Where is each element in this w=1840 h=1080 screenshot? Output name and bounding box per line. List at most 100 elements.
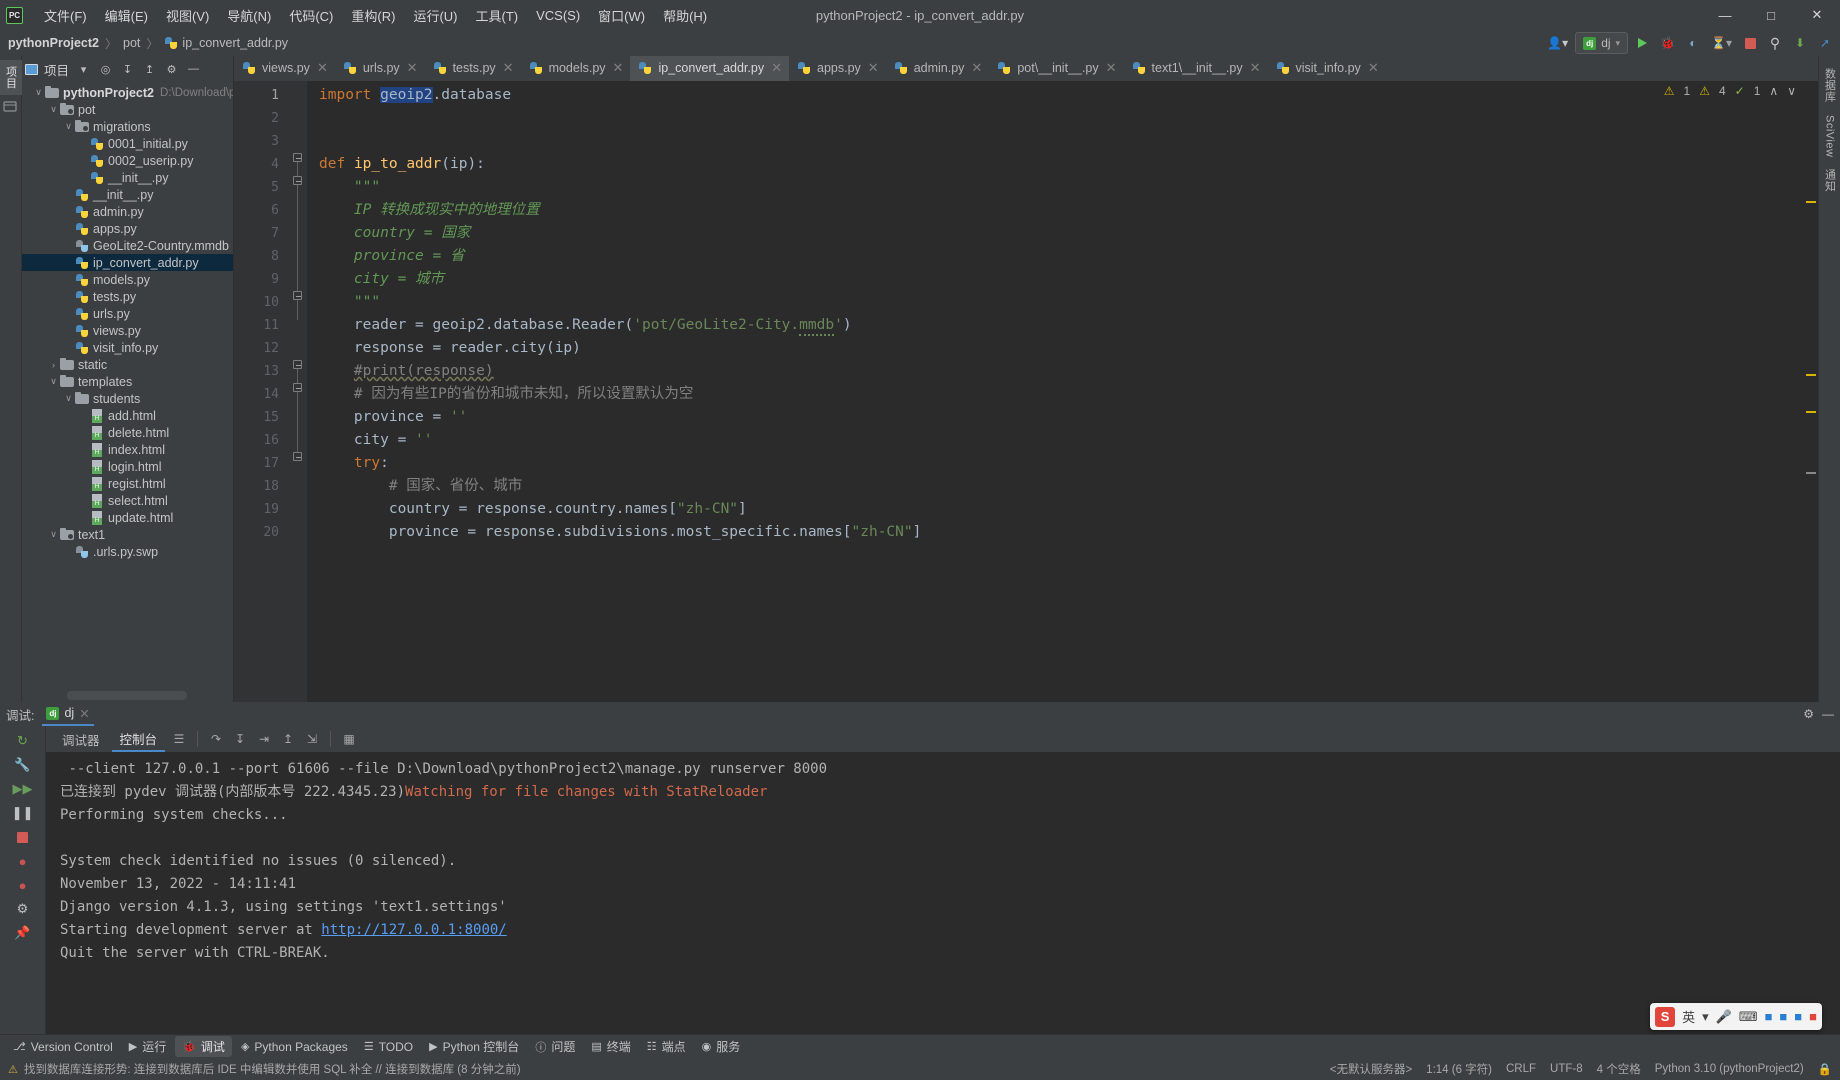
menu-navigate[interactable]: 导航(N)	[218, 2, 280, 29]
tree-item--init-py[interactable]: __init__.py	[22, 169, 233, 186]
tree-item-visit-info-py[interactable]: visit_info.py	[22, 339, 233, 356]
update-project-icon[interactable]: ⬇	[1789, 33, 1811, 54]
evaluate-expression-icon[interactable]: ▦	[339, 729, 359, 749]
breadcrumb-file[interactable]: ip_convert_addr.py	[182, 36, 288, 50]
editor-tab-urls-py[interactable]: urls.py ✕	[335, 56, 425, 81]
editor-tab-visit-info-py[interactable]: visit_info.py ✕	[1268, 56, 1386, 81]
ime-toolbar[interactable]: S 英 ▾ 🎤 ⌨ ■ ■ ■ ■	[1650, 1003, 1822, 1030]
tree-item-regist-html[interactable]: Hregist.html	[22, 475, 233, 492]
debug-settings-icon[interactable]: ⚙	[12, 898, 34, 920]
tree-item-tests-py[interactable]: tests.py	[22, 288, 233, 305]
step-into-icon[interactable]: ↧	[230, 729, 250, 749]
menu-tools[interactable]: 工具(T)	[466, 2, 527, 29]
profile-button[interactable]: ⏳▾	[1707, 33, 1736, 54]
tree-item-views-py[interactable]: views.py	[22, 322, 233, 339]
editor-tab-models-py[interactable]: models.py ✕	[521, 56, 631, 81]
git-push-icon[interactable]: ➚	[1814, 33, 1836, 54]
tree-expand-arrow[interactable]: ∨	[62, 121, 75, 132]
search-everywhere-icon[interactable]: ⚲	[1764, 33, 1786, 54]
tree-expand-arrow[interactable]: ∨	[47, 376, 60, 387]
menu-view[interactable]: 视图(V)	[157, 2, 218, 29]
tool-tab-database[interactable]: 数据库	[1819, 62, 1840, 109]
tree-item-ip-convert-addr-py[interactable]: ip_convert_addr.py	[22, 254, 233, 271]
menu-edit[interactable]: 编辑(E)	[96, 2, 157, 29]
project-tree[interactable]: ∨ pythonProject2 D:\Download\p ∨ pot ∨ migrati…	[22, 82, 233, 691]
step-over-icon[interactable]: ↷	[206, 729, 226, 749]
menu-file[interactable]: 文件(F)	[35, 2, 96, 29]
tree-item-templates[interactable]: ∨ templates	[22, 373, 233, 390]
resume-program-icon[interactable]: ▶▶	[12, 778, 34, 800]
editor-tab-close-icon[interactable]: ✕	[868, 60, 879, 76]
tree-item-0001-initial-py[interactable]: 0001_initial.py	[22, 135, 233, 152]
editor-tab-close-icon[interactable]: ✕	[407, 60, 418, 76]
debug-button[interactable]: 🐞	[1656, 33, 1679, 54]
tree-expand-arrow[interactable]: ∨	[47, 529, 60, 540]
stop-button[interactable]	[1739, 33, 1761, 54]
console-output[interactable]: --client 127.0.0.1 --port 61606 --file D…	[46, 752, 1840, 1034]
debug-session-close-icon[interactable]: ✕	[79, 706, 89, 721]
editor-fold-gutter[interactable]	[289, 81, 307, 702]
bottom-tab-python-[interactable]: ▶ Python 控制台	[422, 1036, 526, 1057]
editor-tab-pot-init-py[interactable]: pot\__init__.py ✕	[989, 56, 1123, 81]
run-to-cursor-icon[interactable]: ⇲	[302, 729, 322, 749]
breadcrumb-folder[interactable]: pot	[123, 36, 140, 50]
bottom-tab--[interactable]: 🐞 调试	[175, 1036, 232, 1057]
status-lock-icon[interactable]: 🔒	[1818, 1062, 1832, 1076]
editor-tab-text1-init-py[interactable]: text1\__init__.py ✕	[1124, 56, 1268, 81]
chevron-down-icon[interactable]: ▾	[74, 60, 93, 79]
tree-item--urls-py-swp[interactable]: .urls.py.swp	[22, 543, 233, 560]
bottom-tab--[interactable]: ☷ 端点	[640, 1036, 693, 1057]
structure-icon[interactable]	[2, 100, 19, 116]
ime-mic-icon[interactable]: 🎤	[1716, 1009, 1732, 1025]
run-configuration-selector[interactable]: dj dj ▾	[1575, 32, 1629, 54]
editor-tab-close-icon[interactable]: ✕	[771, 60, 782, 76]
editor-tab-close-icon[interactable]: ✕	[1106, 60, 1117, 76]
bottom-tab--[interactable]: ▤ 终端	[584, 1036, 637, 1057]
ime-keyboard-icon[interactable]: ⌨	[1739, 1009, 1758, 1025]
inspection-widget[interactable]: ⚠ 1 ⚠ 4 ✓ 1 ∧ ∨	[1664, 84, 1796, 98]
tree-item-urls-py[interactable]: urls.py	[22, 305, 233, 322]
bottom-tab-python-packages[interactable]: ◈ Python Packages	[234, 1038, 355, 1056]
status-encoding[interactable]: UTF-8	[1550, 1063, 1583, 1075]
user-account-icon[interactable]: 👤▾	[1543, 33, 1572, 54]
bottom-tab-version-control[interactable]: ⎇ Version Control	[6, 1038, 120, 1056]
bottom-tab--[interactable]: ⓘ 问题	[528, 1036, 582, 1057]
tree-item-select-html[interactable]: Hselect.html	[22, 492, 233, 509]
tree-item-static[interactable]: › static	[22, 356, 233, 373]
tree-item-text1[interactable]: ∨ text1	[22, 526, 233, 543]
bottom-tool-bar[interactable]: ⎇ Version Control ▶ 运行 🐞 调试 ◈ Python Packages ☰ T…	[0, 1034, 1840, 1058]
status-message[interactable]: 找到数据库连接形势: 连接到数据库后 IDE 中编辑数并使用 SQL 补全 //…	[24, 1061, 521, 1077]
ime-more-icon[interactable]: ■	[1809, 1009, 1817, 1024]
soft-wrap-icon[interactable]: ☰	[169, 729, 189, 749]
ime-mode-label[interactable]: 英	[1682, 1007, 1695, 1026]
tree-item-students[interactable]: ∨ students	[22, 390, 233, 407]
editor-tab-close-icon[interactable]: ✕	[613, 60, 624, 76]
tree-item-models-py[interactable]: models.py	[22, 271, 233, 288]
menu-code[interactable]: 代码(C)	[280, 2, 342, 29]
close-button[interactable]: ✕	[1794, 0, 1840, 30]
wrench-icon[interactable]: 🔧	[12, 754, 34, 776]
status-indent[interactable]: 4 个空格	[1597, 1061, 1641, 1077]
bottom-tab-todo[interactable]: ☰ TODO	[357, 1038, 420, 1056]
tree-item-admin-py[interactable]: admin.py	[22, 203, 233, 220]
editor-tab-close-icon[interactable]: ✕	[1250, 60, 1261, 76]
tool-tab-sciview[interactable]: SciView	[1821, 109, 1839, 163]
run-button[interactable]	[1631, 33, 1653, 54]
editor-tab-strip[interactable]: views.py ✕ urls.py ✕ tests.py ✕ models.py ✕ ip_c…	[234, 56, 1818, 81]
maximize-button[interactable]: □	[1748, 0, 1794, 30]
tree-expand-arrow[interactable]: ›	[47, 360, 60, 370]
tree-item-index-html[interactable]: Hindex.html	[22, 441, 233, 458]
console-server-url-link[interactable]: http://127.0.0.1:8000/	[321, 922, 506, 938]
breadcrumb-project[interactable]: pythonProject2	[8, 36, 99, 50]
next-problem-icon[interactable]: ∨	[1787, 84, 1796, 98]
editor-tab-close-icon[interactable]: ✕	[317, 60, 328, 76]
prev-problem-icon[interactable]: ∧	[1769, 84, 1778, 98]
editor-tab-close-icon[interactable]: ✕	[503, 60, 514, 76]
editor-tab-ip-convert-addr-py[interactable]: ip_convert_addr.py ✕	[630, 56, 789, 81]
tree-item-delete-html[interactable]: Hdelete.html	[22, 424, 233, 441]
tree-item--init-py[interactable]: __init__.py	[22, 186, 233, 203]
bottom-tab--[interactable]: ◉ 服务	[695, 1036, 748, 1057]
tree-item-login-html[interactable]: Hlogin.html	[22, 458, 233, 475]
step-out-icon[interactable]: ↥	[278, 729, 298, 749]
tree-item-apps-py[interactable]: apps.py	[22, 220, 233, 237]
